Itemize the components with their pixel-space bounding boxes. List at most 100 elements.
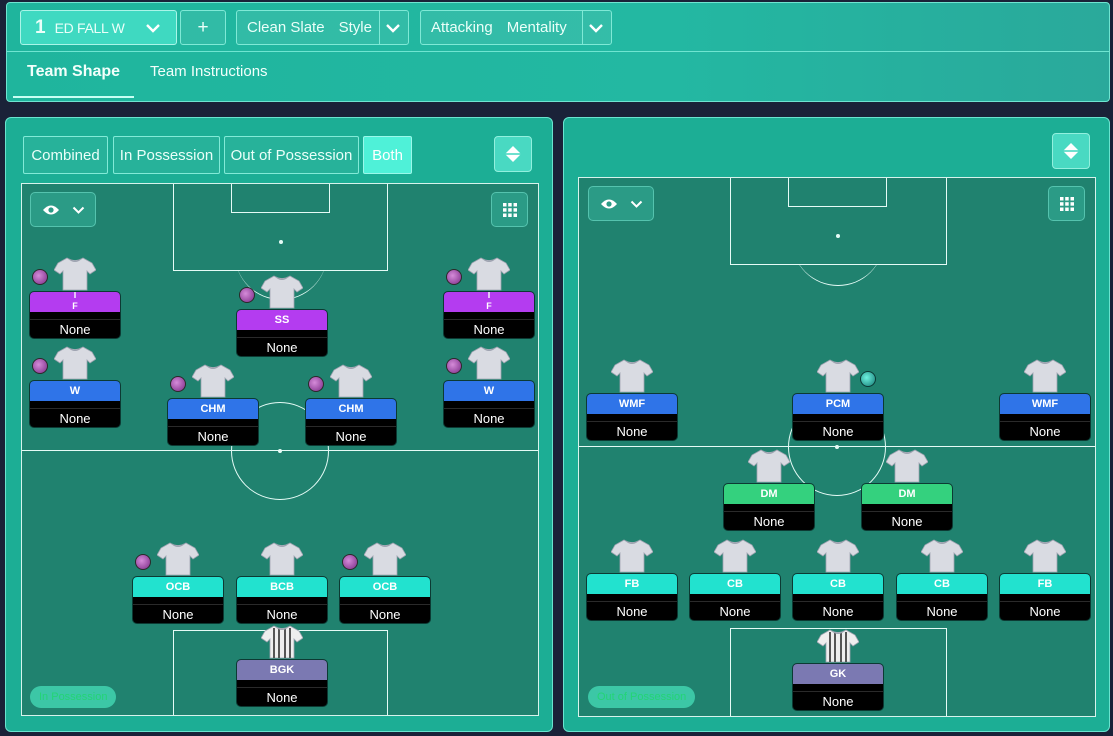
instruction-badge-icon [446, 358, 462, 374]
player-card[interactable]: SS None [236, 275, 328, 357]
pitch-out-of-possession: Out of Possession WMF None PCM None WMF … [578, 177, 1096, 717]
instruction-badge-icon [446, 269, 462, 285]
shirt-icon [191, 364, 235, 398]
shirt-icon [885, 449, 929, 483]
shirt-icon [816, 539, 860, 573]
player-role: SS [274, 314, 290, 326]
player-card[interactable]: PCM None [792, 359, 884, 441]
toggle-in-possession[interactable]: In Possession [113, 136, 220, 174]
shirt-icon [920, 539, 964, 573]
player-duty: None [822, 424, 854, 439]
player-card[interactable]: FB None [586, 539, 678, 621]
player-card[interactable]: CB None [792, 539, 884, 621]
style-dropdown[interactable]: Clean Slate Style [236, 10, 409, 45]
phase-label: In Possession [30, 686, 117, 708]
visibility-toggle[interactable] [588, 186, 654, 221]
add-tactic-button[interactable]: + [180, 10, 226, 45]
instruction-badge-icon [32, 269, 48, 285]
tactic-selector[interactable]: 1 ED FALL W [20, 10, 177, 45]
shirt-icon [713, 539, 757, 573]
in-possession-panel: Combined In Possession Out of Possession… [5, 117, 553, 732]
plus-icon: + [197, 16, 209, 38]
player-card[interactable]: OCB None [132, 542, 224, 624]
tab-team-instructions[interactable]: Team Instructions [150, 63, 268, 80]
player-card[interactable]: OCB None [339, 542, 431, 624]
toggle-out-of-possession[interactable]: Out of Possession [224, 136, 359, 174]
player-duty: None [1029, 604, 1061, 619]
player-card[interactable]: GK None [792, 629, 884, 711]
player-card[interactable]: CB None [689, 539, 781, 621]
player-duty: None [473, 411, 505, 426]
player-card[interactable]: BGK None [236, 625, 328, 707]
grid-toggle-button[interactable] [1048, 186, 1085, 221]
instruction-badge-icon [32, 358, 48, 374]
shirt-icon [610, 539, 654, 573]
player-role: W [483, 385, 495, 397]
player-duty: None [822, 694, 854, 709]
player-duty: None [719, 604, 751, 619]
pitch-in-possession: In Possession I F None SS None I F None … [21, 183, 539, 716]
tactic-name: ED FALL W [54, 19, 125, 36]
shirt-icon [816, 629, 860, 663]
player-card[interactable]: FB None [999, 539, 1091, 621]
player-duty: None [59, 322, 91, 337]
player-card[interactable]: DM None [723, 449, 815, 531]
player-role: OCB [165, 581, 191, 593]
player-card[interactable]: CB None [896, 539, 988, 621]
player-duty: None [753, 514, 785, 529]
shirt-icon [1023, 539, 1067, 573]
player-role: CB [830, 578, 846, 590]
player-card[interactable]: CHM None [167, 364, 259, 446]
pitch-view-icon [505, 146, 521, 162]
player-role: DM [760, 488, 778, 500]
shirt-icon [363, 542, 407, 576]
shirt-icon [156, 542, 200, 576]
player-role: DM [898, 488, 916, 500]
visibility-toggle[interactable] [30, 192, 96, 227]
player-role: FB [624, 578, 640, 590]
player-role: CB [934, 578, 950, 590]
instruction-badge-icon [342, 554, 358, 570]
player-card[interactable]: W None [443, 346, 535, 428]
player-role: FB [1037, 578, 1053, 590]
toggle-both[interactable]: Both [363, 136, 412, 174]
player-card[interactable]: WMF None [586, 359, 678, 441]
style-label: Style [338, 19, 372, 36]
player-card[interactable]: DM None [861, 449, 953, 531]
phase-label: Out of Possession [588, 686, 696, 708]
mentality-label: Mentality [506, 19, 567, 36]
chevron-down-icon [378, 11, 408, 44]
chevron-down-icon [138, 11, 168, 44]
player-role: WMF [618, 398, 646, 410]
instruction-badge-icon [860, 371, 876, 387]
chevron-down-icon [581, 11, 611, 44]
shirt-icon [747, 449, 791, 483]
instruction-badge-icon [308, 376, 324, 392]
player-duty: None [266, 607, 298, 622]
tab-team-shape[interactable]: Team Shape [12, 63, 135, 98]
player-duty: None [891, 514, 923, 529]
player-card[interactable]: I F None [29, 257, 121, 339]
player-duty: None [616, 424, 648, 439]
shirt-icon [260, 542, 304, 576]
shirt-icon [467, 346, 511, 380]
player-duty: None [59, 411, 91, 426]
player-duty: None [473, 322, 505, 337]
toggle-combined[interactable]: Combined [23, 136, 108, 174]
shirt-icon [816, 359, 860, 393]
mentality-dropdown[interactable]: Attacking Mentality [420, 10, 612, 45]
role-top-label: I [73, 291, 77, 300]
player-role: BGK [269, 664, 295, 676]
pitch-view-button[interactable] [1052, 133, 1090, 169]
player-card[interactable]: CHM None [305, 364, 397, 446]
player-card[interactable]: I F None [443, 257, 535, 339]
out-of-possession-panel: Out of Possession WMF None PCM None WMF … [563, 117, 1110, 732]
player-card[interactable]: WMF None [999, 359, 1091, 441]
role-top-label: I [487, 291, 491, 300]
player-card[interactable]: W None [29, 346, 121, 428]
player-card[interactable]: BCB None [236, 542, 328, 624]
grid-toggle-button[interactable] [491, 192, 528, 227]
chevron-down-icon [72, 206, 84, 214]
mentality-value: Attacking [431, 19, 493, 36]
pitch-view-button[interactable] [494, 136, 532, 172]
